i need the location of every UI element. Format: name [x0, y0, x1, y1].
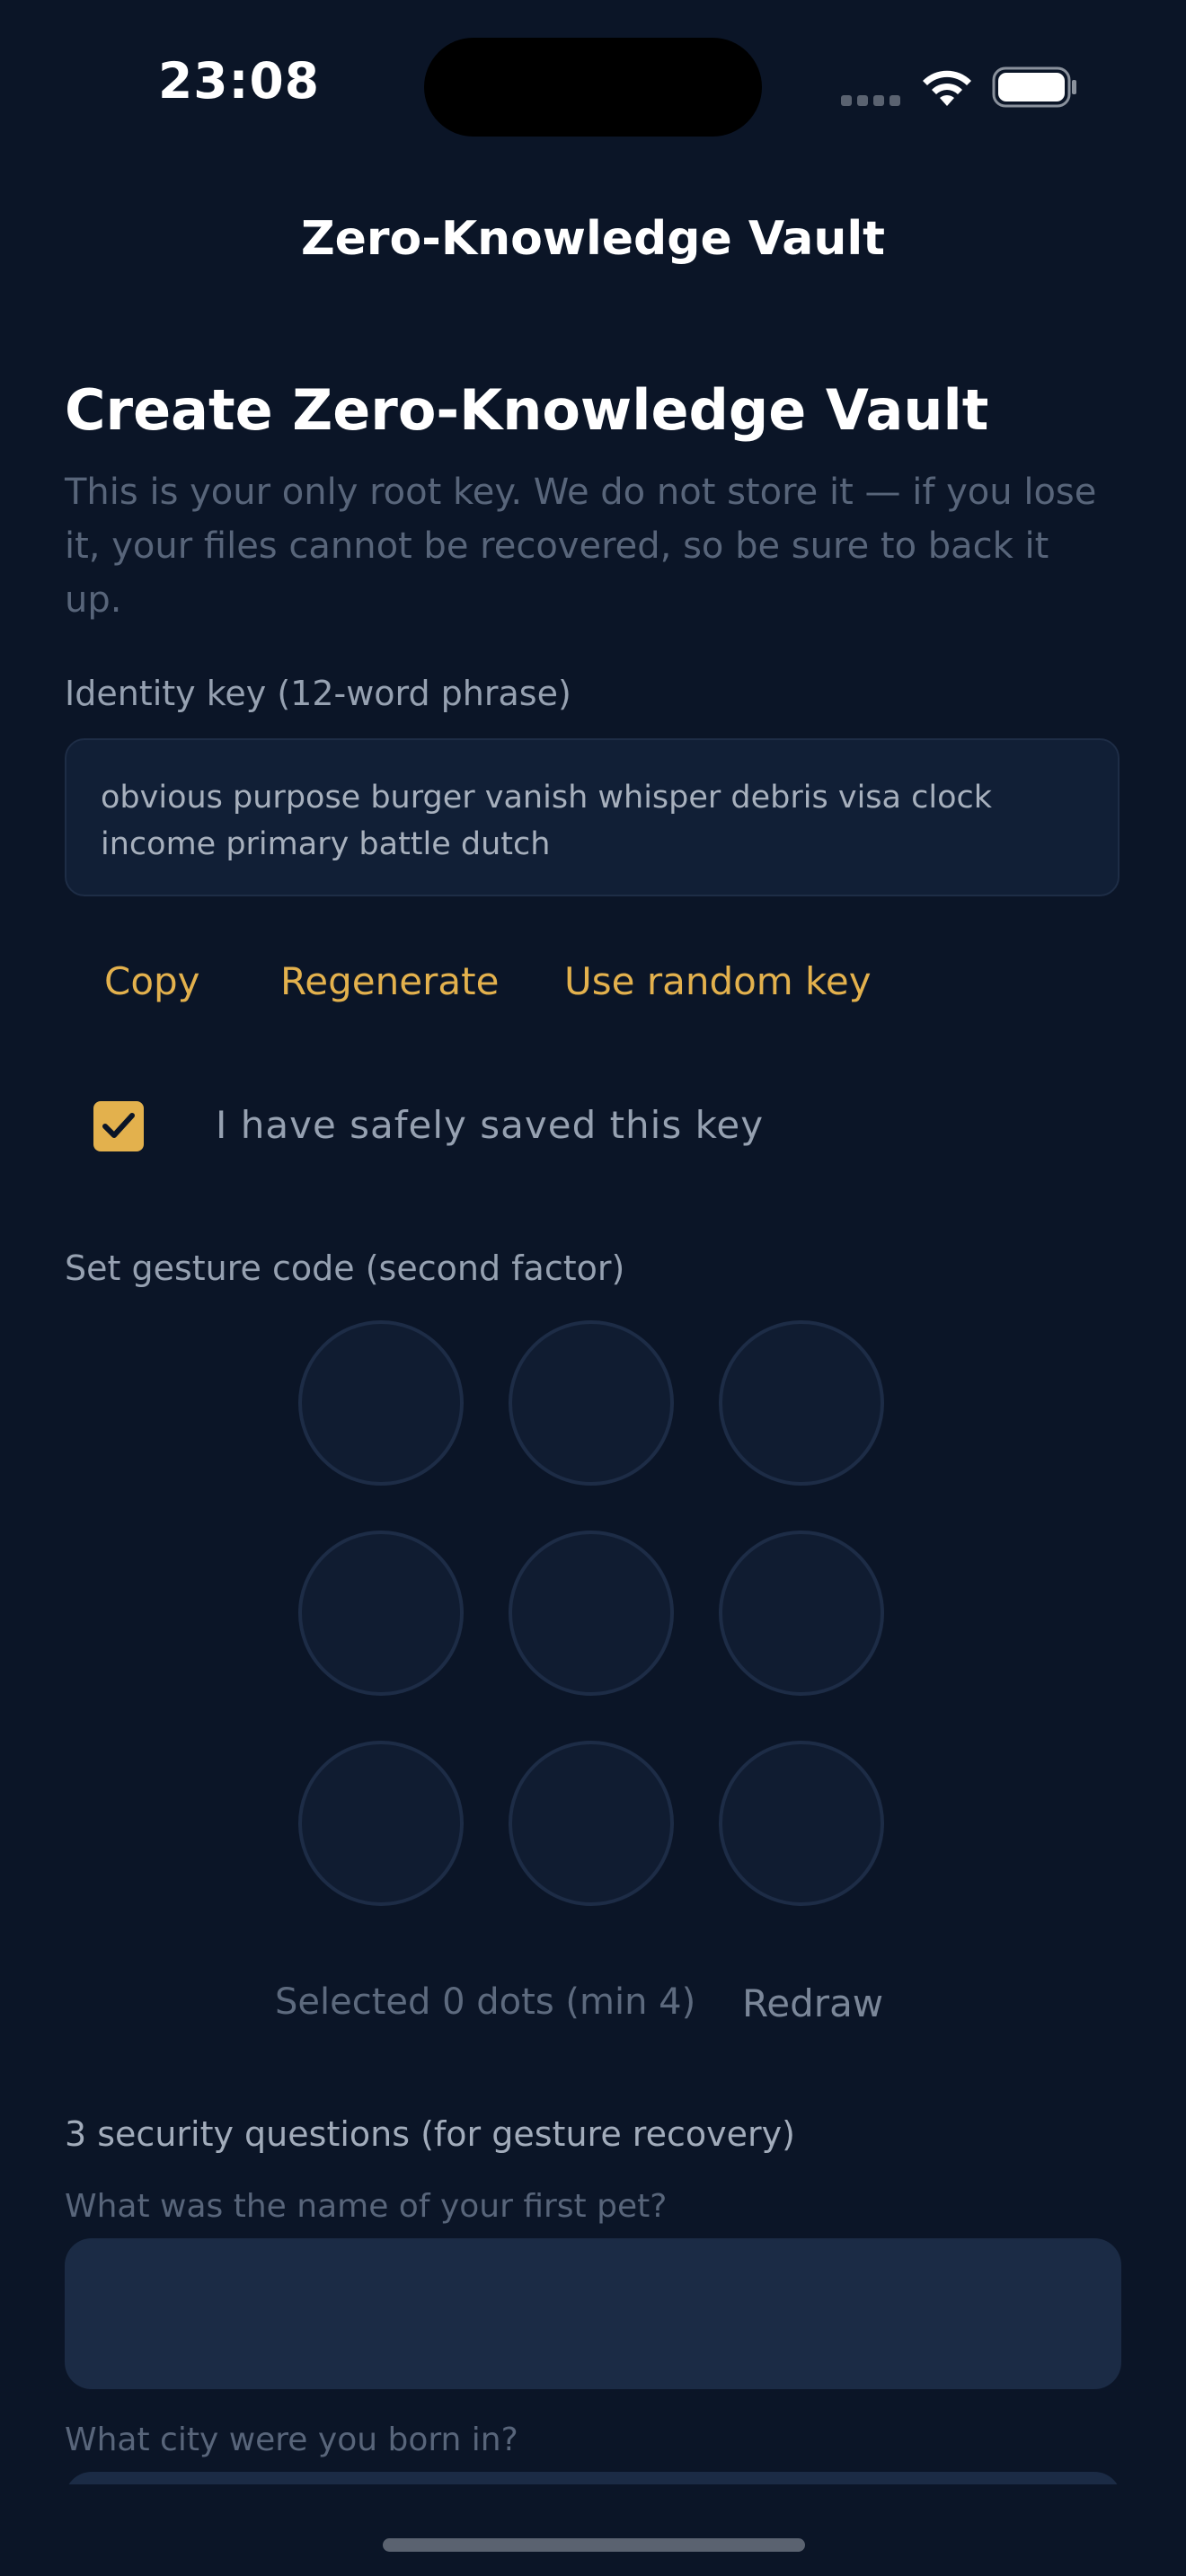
- page-description: This is your only root key. We do not st…: [65, 472, 1097, 621]
- gesture-dot-2[interactable]: [509, 1320, 674, 1486]
- nav-title: Zero-Knowledge Vault: [300, 212, 886, 266]
- battery-icon: [992, 66, 1078, 108]
- identity-key-label: Identity key (12-word phrase): [65, 674, 571, 713]
- question-2-input[interactable]: [65, 2472, 1121, 2484]
- regenerate-button[interactable]: Regenerate: [280, 959, 499, 1003]
- copy-button[interactable]: Copy: [104, 959, 200, 1003]
- gesture-dot-1[interactable]: [298, 1320, 464, 1486]
- gesture-dot-5[interactable]: [509, 1531, 674, 1696]
- wifi-icon: [920, 65, 974, 108]
- gesture-dot-7[interactable]: [298, 1741, 464, 1906]
- question-1-label: What was the name of your first pet?: [65, 2188, 668, 2225]
- question-2-input-clip: [65, 2472, 1121, 2484]
- page-title: Create Zero-Knowledge Vault: [65, 377, 989, 443]
- gesture-label: Set gesture code (second factor): [65, 1248, 625, 1288]
- gesture-dot-3[interactable]: [719, 1320, 884, 1486]
- dynamic-island: [424, 38, 762, 137]
- gesture-status: Selected 0 dots (min 4): [275, 1981, 696, 2023]
- question-1-input[interactable]: [65, 2238, 1121, 2389]
- gesture-dot-9[interactable]: [719, 1741, 884, 1906]
- checkmark-icon: [102, 1113, 135, 1138]
- home-indicator: [383, 2538, 805, 2552]
- security-questions-title: 3 security questions (for gesture recove…: [65, 2114, 795, 2154]
- gesture-dot-6[interactable]: [719, 1531, 884, 1696]
- saved-key-label[interactable]: I have safely saved this key: [216, 1103, 764, 1147]
- status-time: 23:08: [158, 52, 321, 110]
- gesture-dot-8[interactable]: [509, 1741, 674, 1906]
- saved-key-checkbox[interactable]: [93, 1101, 144, 1151]
- identity-key-field[interactable]: obvious purpose burger vanish whisper de…: [65, 738, 1120, 896]
- cellular-signal-icon: [841, 95, 900, 108]
- redraw-button[interactable]: Redraw: [742, 1981, 883, 2025]
- use-random-key-button[interactable]: Use random key: [564, 959, 872, 1003]
- gesture-dot-4[interactable]: [298, 1531, 464, 1696]
- question-2-label: What city were you born in?: [65, 2422, 518, 2458]
